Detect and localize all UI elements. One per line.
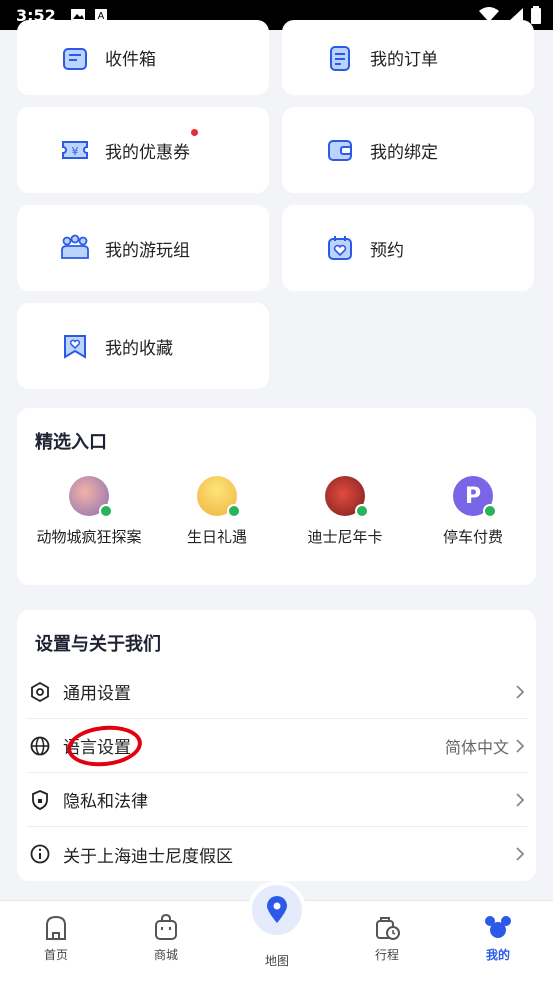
featured-zootopia[interactable]: 动物城疯狂探案 [24, 476, 154, 548]
shopping-bag-icon [155, 913, 177, 940]
language-value: 简体中文 [444, 737, 509, 757]
tab-map[interactable]: 地图 [237, 947, 317, 969]
tab-home[interactable]: 首页 [16, 913, 96, 963]
tab-shop[interactable]: 商城 [126, 913, 206, 963]
home-icon [46, 915, 66, 940]
settings-title: 设置与关于我们 [35, 634, 161, 655]
zootopia-avatar [69, 476, 113, 518]
featured-card: 精选入口 动物城疯狂探案 生日礼遇 迪士尼年卡 P 停车付费 [17, 408, 536, 585]
tab-label: 我的 [485, 948, 510, 962]
globe-icon [30, 736, 50, 755]
group-people-icon [61, 234, 89, 259]
map-button[interactable] [248, 881, 306, 939]
tab-label: 行程 [374, 948, 399, 962]
featured-title: 精选入口 [35, 432, 107, 453]
tile-label: 我的订单 [370, 50, 438, 70]
featured-label: 迪士尼年卡 [307, 528, 383, 546]
tile-label: 我的绑定 [370, 142, 438, 163]
chevron-right-icon [516, 792, 525, 807]
birthday-cake-avatar [197, 476, 241, 518]
tab-label: 地图 [264, 954, 289, 968]
featured-label: 停车付费 [442, 528, 503, 546]
tile-inbox[interactable]: 收件箱 [17, 20, 269, 95]
tile-label: 我的收藏 [105, 338, 173, 359]
inbox-icon [63, 47, 87, 70]
setting-about[interactable]: 关于上海迪士尼度假区 [27, 827, 527, 881]
tab-me[interactable]: 我的 [458, 913, 538, 963]
shield-lock-icon [32, 789, 48, 810]
chevron-right-icon [516, 738, 525, 753]
link-badge-icon [227, 504, 241, 518]
chevron-right-icon [516, 847, 525, 861]
tile-bindings[interactable]: 我的绑定 [282, 107, 534, 193]
tile-favorites[interactable]: 我的收藏 [17, 303, 269, 389]
mickey-avatar [325, 476, 369, 518]
tile-orders[interactable]: 我的订单 [282, 20, 534, 95]
setting-privacy[interactable]: 隐私和法律 [27, 773, 527, 827]
tile-label: 我的优惠券 [105, 142, 190, 163]
link-badge-icon [99, 504, 113, 518]
tab-itinerary[interactable]: 行程 [347, 913, 427, 963]
calendar-heart-icon [328, 236, 352, 260]
map-pin-icon [267, 896, 287, 923]
info-icon [30, 844, 50, 864]
parking-p-avatar: P [453, 476, 497, 518]
tile-reservations[interactable]: 预约 [282, 205, 534, 291]
battery-icon [531, 6, 541, 24]
tile-label: 预约 [370, 240, 404, 261]
order-list-icon [330, 45, 350, 71]
featured-label: 动物城疯狂探案 [36, 528, 142, 546]
link-badge-icon [355, 504, 369, 518]
bookmark-heart-icon [64, 335, 86, 359]
tile-label: 我的游玩组 [105, 240, 190, 261]
featured-parking[interactable]: P 停车付费 [408, 476, 538, 548]
setting-label: 关于上海迪士尼度假区 [63, 846, 233, 867]
featured-label: 生日礼遇 [186, 528, 247, 546]
featured-birthday[interactable]: 生日礼遇 [152, 476, 282, 548]
tile-groups[interactable]: 我的游玩组 [17, 205, 269, 291]
tab-label: 商城 [153, 948, 178, 962]
link-badge-icon [483, 504, 497, 518]
mickey-head-icon [485, 916, 511, 938]
setting-label: 通用设置 [63, 684, 131, 704]
new-badge-dot [191, 129, 198, 136]
featured-annual-pass[interactable]: 迪士尼年卡 [280, 476, 410, 548]
tile-label: 收件箱 [105, 50, 156, 70]
clock-bag-icon [376, 917, 400, 940]
setting-general[interactable]: 通用设置 [27, 665, 527, 719]
coupon-yen-icon: ¥ [62, 141, 88, 159]
chevron-right-icon [516, 684, 525, 699]
svg-text:¥: ¥ [72, 145, 79, 158]
setting-label: 隐私和法律 [63, 792, 148, 812]
hexagon-settings-icon [31, 681, 49, 702]
wallet-icon [328, 140, 352, 161]
tile-coupons[interactable]: ¥ 我的优惠券 [17, 107, 269, 193]
tab-label: 首页 [43, 948, 68, 962]
